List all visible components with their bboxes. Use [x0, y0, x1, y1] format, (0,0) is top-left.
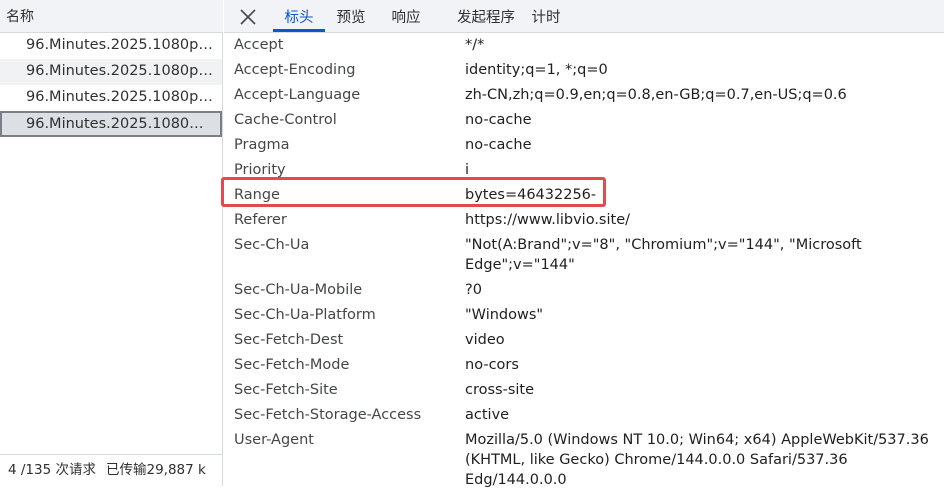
header-value: "Windows" — [465, 307, 544, 323]
header-value: video — [465, 332, 505, 348]
header-row: Cache-Control no-cache — [224, 108, 944, 133]
header-name: Priority — [234, 162, 286, 178]
header-row: Sec-Ch-Ua-Mobile ?0 — [224, 278, 944, 303]
header-name: Cache-Control — [234, 112, 337, 128]
header-value: https://www.libvio.site/ — [465, 212, 631, 228]
details-tab-bar: 标头 预览 响应 发起程序 计时 — [224, 0, 944, 33]
header-value: no-cors — [465, 357, 519, 373]
transferred-size: 已传输29,887 k — [106, 462, 206, 478]
header-name: Sec-Fetch-Dest — [234, 332, 344, 348]
header-name: Sec-Fetch-Mode — [234, 357, 350, 373]
status-bar: 4 /135 次请求 已传输29,887 k — [0, 454, 223, 486]
header-name: Referer — [234, 212, 287, 228]
header-row: Accept-Encoding identity;q=1, *;q=0 — [224, 58, 944, 83]
header-row: Referer https://www.libvio.site/ — [224, 208, 944, 233]
header-name: Range — [234, 187, 280, 203]
header-name: User-Agent — [234, 432, 314, 448]
request-list-pane: 名称 96.Minutes.2025.1080p_... 96.Minutes.… — [0, 0, 223, 486]
header-name: Sec-Ch-Ua-Mobile — [234, 282, 363, 298]
request-row[interactable]: 96.Minutes.2025.1080p_... — [0, 59, 222, 85]
tab-response[interactable]: 响应 — [384, 0, 428, 32]
header-value: no-cache — [465, 112, 532, 128]
request-list-header[interactable]: 名称 — [0, 0, 223, 33]
tab-initiator[interactable]: 发起程序 — [441, 0, 531, 32]
header-value: */* — [465, 37, 485, 53]
header-row: Sec-Fetch-Mode no-cors — [224, 353, 944, 378]
header-value: i — [465, 162, 470, 178]
header-row-range: Range bytes=46432256- — [224, 183, 944, 208]
tab-timing[interactable]: 计时 — [524, 0, 568, 32]
header-row: Sec-Ch-Ua "Not(A:Brand";v="8", "Chromium"… — [224, 233, 944, 278]
request-row[interactable]: 96.Minutes.2025.1080p_... — [0, 33, 222, 59]
header-value: active — [465, 407, 510, 423]
header-value: cross-site — [465, 382, 535, 398]
column-header-name[interactable]: 名称 — [6, 6, 34, 26]
request-details-pane: 标头 预览 响应 发起程序 计时 Accept */* Accept-Encodi… — [221, 0, 944, 488]
request-row[interactable]: 96.Minutes.2025.1080p_... — [0, 85, 222, 111]
request-headers-list: Accept */* Accept-Encoding identity;q=1, *… — [221, 33, 944, 493]
header-row: Accept-Language zh-CN,zh;q=0.9,en;q=0.8,e… — [224, 83, 944, 108]
header-row: Sec-Fetch-Site cross-site — [224, 378, 944, 403]
close-icon[interactable] — [238, 7, 258, 27]
header-row: Priority i — [224, 158, 944, 183]
header-value: identity;q=1, *;q=0 — [465, 62, 608, 78]
header-value: bytes=46432256- — [465, 187, 597, 203]
header-name: Accept — [234, 37, 284, 53]
header-name: Sec-Fetch-Site — [234, 382, 338, 398]
header-name: Pragma — [234, 137, 290, 153]
header-row: Pragma no-cache — [224, 133, 944, 158]
header-value: zh-CN,zh;q=0.9,en;q=0.8,en-GB;q=0.7,en-U… — [465, 87, 847, 103]
tab-headers[interactable]: 标头 — [273, 0, 325, 32]
header-row: User-Agent Mozilla/5.0 (Windows NT 10.0; … — [224, 428, 944, 493]
request-row-selected[interactable]: 96.Minutes.2025.1080p_... — [0, 111, 222, 137]
header-name: Sec-Ch-Ua — [234, 237, 310, 253]
request-list: 96.Minutes.2025.1080p_... 96.Minutes.202… — [0, 33, 222, 137]
tab-preview[interactable]: 预览 — [329, 0, 373, 32]
header-value: Mozilla/5.0 (Windows NT 10.0; Win64; x64… — [465, 432, 929, 488]
header-row: Sec-Fetch-Dest video — [224, 328, 944, 353]
header-value: ?0 — [465, 282, 482, 298]
header-name: Sec-Fetch-Storage-Access — [234, 407, 422, 423]
header-row: Accept */* — [224, 33, 944, 58]
header-name: Accept-Language — [234, 87, 361, 103]
header-name: Accept-Encoding — [234, 62, 356, 78]
header-row: Sec-Fetch-Storage-Access active — [224, 403, 944, 428]
header-row: Sec-Ch-Ua-Platform "Windows" — [224, 303, 944, 328]
header-value: "Not(A:Brand";v="8", "Chromium";v="144",… — [465, 237, 862, 273]
header-value: no-cache — [465, 137, 532, 153]
request-count: 4 /135 次请求 — [8, 462, 96, 478]
header-name: Sec-Ch-Ua-Platform — [234, 307, 376, 323]
